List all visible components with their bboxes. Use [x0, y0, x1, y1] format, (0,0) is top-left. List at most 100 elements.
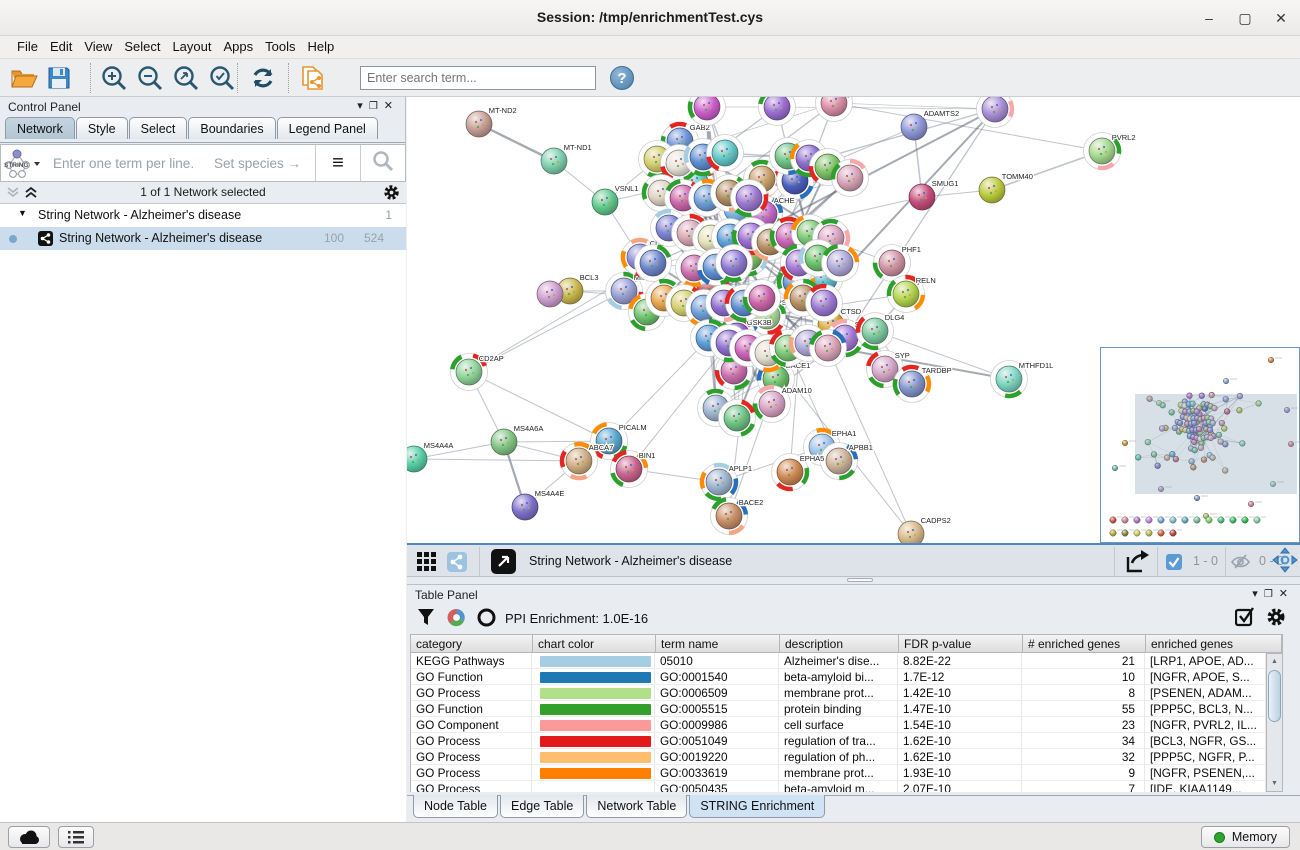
network-node[interactable]	[537, 281, 563, 307]
network-node[interactable]: ADAM10	[754, 386, 812, 423]
network-node[interactable]: ADAMTS2	[901, 109, 959, 140]
string-search-icon[interactable]	[361, 150, 405, 177]
tab-string-enrichment[interactable]: STRING Enrichment	[689, 795, 825, 818]
panel-menu-icon[interactable]: ▾	[357, 100, 369, 112]
column-header-description[interactable]: description	[780, 635, 899, 652]
scroll-up-arrow[interactable]: ▲	[1268, 655, 1281, 668]
table-settings-gear-icon[interactable]	[1266, 607, 1286, 627]
table-panel-menu-icon[interactable]: ▾	[1252, 588, 1264, 600]
network-node[interactable]	[832, 160, 869, 197]
help-icon[interactable]: ?	[610, 66, 634, 90]
column-header-enriched-genes[interactable]: enriched genes	[1146, 635, 1282, 652]
menu-item-tools[interactable]: Tools	[259, 36, 301, 57]
network-node[interactable]	[635, 245, 672, 282]
column-header-category[interactable]: category	[411, 635, 533, 652]
network-node[interactable]: VSNL1	[592, 184, 639, 215]
selected-checkbox-icon[interactable]	[1166, 554, 1182, 570]
task-list-button[interactable]	[58, 826, 94, 848]
scroll-down-arrow[interactable]: ▼	[1268, 777, 1281, 790]
hidden-eye-icon[interactable]	[1231, 553, 1250, 570]
network-node[interactable]: BACE2	[711, 498, 764, 535]
menu-item-help[interactable]: Help	[302, 36, 341, 57]
species-hint[interactable]: Set species →	[214, 156, 315, 171]
tab-boundaries[interactable]: Boundaries	[188, 117, 275, 139]
column-header-chart-color[interactable]: chart color	[533, 635, 656, 652]
string-term-input[interactable]: Enter one term per line.	[43, 156, 214, 171]
table-row[interactable]: GO ProcessGO:0050435beta-amyloid m...2.0…	[411, 781, 1266, 792]
menu-item-view[interactable]: View	[78, 36, 118, 57]
close-button[interactable]: ✕	[1266, 6, 1296, 30]
birdseye-viewport[interactable]	[1135, 394, 1297, 494]
network-node[interactable]: TOMM40	[979, 172, 1033, 203]
tree-expand-icon[interactable]: ▼	[18, 208, 27, 218]
minimize-button[interactable]: –	[1194, 6, 1224, 30]
search-input[interactable]	[360, 66, 596, 90]
memory-button[interactable]: Memory	[1201, 826, 1290, 848]
column-header-FDR-p-value[interactable]: FDR p-value	[899, 635, 1023, 652]
menu-item-apps[interactable]: Apps	[218, 36, 260, 57]
tab-edge-table[interactable]: Edge Table	[500, 795, 584, 818]
network-node[interactable]	[806, 285, 843, 322]
table-panel-close-icon[interactable]: ✕	[1279, 588, 1294, 600]
table-scrollbar[interactable]: ▲ ▼	[1266, 653, 1283, 792]
network-node[interactable]: TARDBP	[894, 366, 952, 403]
zoom-fit-icon[interactable]	[172, 64, 200, 92]
network-node[interactable]	[822, 245, 859, 282]
tree-collection-row[interactable]: ▼ String Network - Alzheimer's disease 1	[0, 204, 406, 227]
network-node[interactable]: EPHA5	[772, 454, 825, 491]
network-options-gear-icon[interactable]	[383, 184, 400, 201]
network-node[interactable]: MT-ND2	[466, 106, 517, 137]
network-node[interactable]: DLG4	[857, 313, 905, 350]
panel-splitter-horizontal[interactable]	[407, 577, 1300, 584]
panel-close-icon[interactable]: ✕	[384, 100, 399, 112]
network-node[interactable]: APBB1	[821, 443, 873, 480]
network-node[interactable]: PHF1	[874, 245, 921, 282]
network-node[interactable]	[731, 180, 768, 217]
table-row[interactable]: GO ProcessGO:0051049regulation of tra...…	[411, 733, 1266, 749]
tab-network-table[interactable]: Network Table	[586, 795, 687, 818]
table-row[interactable]: GO ComponentGO:0009986cell surface1.54E-…	[411, 717, 1266, 733]
string-options-icon[interactable]: ≡	[316, 152, 360, 175]
string-view-badge-icon[interactable]	[491, 549, 516, 574]
network-node[interactable]: APLP1	[701, 464, 753, 501]
tab-node-table[interactable]: Node Table	[413, 795, 498, 818]
network-node[interactable]: MTHFD1L	[991, 361, 1054, 398]
column-header-term-name[interactable]: term name	[656, 635, 780, 652]
maximize-button[interactable]: ▢	[1230, 6, 1260, 30]
clone-network-icon[interactable]	[298, 63, 328, 93]
table-row[interactable]: GO ProcessGO:0019220regulation of ph...1…	[411, 749, 1266, 765]
birdseye-view[interactable]	[1100, 347, 1300, 543]
filter-icon[interactable]	[417, 608, 435, 627]
refresh-icon[interactable]	[250, 65, 276, 91]
table-row[interactable]: GO ProcessGO:0033619membrane prot...1.93…	[411, 765, 1266, 781]
network-node[interactable]: BIN1	[611, 451, 656, 488]
tree-network-row[interactable]: String Network - Alzheimer's disease 100…	[0, 227, 406, 250]
network-node[interactable]	[707, 135, 744, 172]
table-panel-float-icon[interactable]: ❐	[1264, 589, 1279, 600]
scrollbar-thumb[interactable]	[1268, 670, 1281, 722]
save-session-icon[interactable]	[46, 65, 72, 91]
network-node[interactable]	[716, 245, 753, 282]
string-logo-icon[interactable]: STRING	[1, 145, 43, 181]
menu-item-select[interactable]: Select	[118, 36, 166, 57]
network-node[interactable]	[689, 97, 726, 126]
table-row[interactable]: GO FunctionGO:0005515protein binding1.47…	[411, 701, 1266, 717]
pan-crosshair-icon[interactable]	[1272, 547, 1298, 573]
table-row[interactable]: GO FunctionGO:0001540beta-amyloid bi...1…	[411, 669, 1266, 685]
zoom-in-icon[interactable]	[100, 64, 128, 92]
network-node[interactable]	[744, 280, 781, 317]
zoom-selected-icon[interactable]	[208, 64, 236, 92]
network-node[interactable]: MS4A4A	[407, 441, 453, 472]
network-node[interactable]: RELN	[888, 276, 936, 313]
cloud-button[interactable]	[8, 826, 50, 848]
tab-network[interactable]: Network	[5, 117, 75, 139]
open-session-icon[interactable]	[10, 65, 38, 91]
menu-item-edit[interactable]: Edit	[44, 36, 78, 57]
network-node[interactable]	[719, 400, 756, 437]
network-node[interactable]: MT-ND1	[541, 143, 592, 174]
column-header--enriched-genes[interactable]: # enriched genes	[1023, 635, 1146, 652]
export-network-icon[interactable]	[1124, 549, 1150, 575]
table-row[interactable]: GO ProcessGO:0006509membrane prot...1.42…	[411, 685, 1266, 701]
remove-chart-icon[interactable]	[477, 608, 496, 627]
network-node[interactable]	[759, 97, 796, 126]
